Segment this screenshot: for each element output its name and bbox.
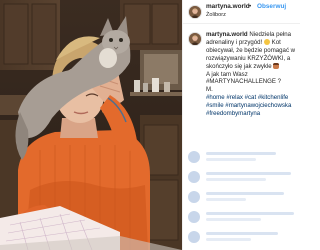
- location-link[interactable]: Żoliborz: [206, 12, 226, 18]
- caption-username[interactable]: martyna.world: [206, 31, 248, 38]
- blurred-text: [206, 178, 266, 181]
- blurred-avatar: [188, 231, 200, 243]
- blurred-text: [206, 152, 276, 155]
- profile-avatar[interactable]: [188, 5, 202, 19]
- caption-line: rozwiązywaniu KRZYŻÓWKI, a: [206, 54, 291, 62]
- caption-line: M.: [206, 86, 213, 94]
- blurred-comment: [188, 170, 298, 184]
- blurred-comment: [188, 230, 298, 244]
- blurred-text: [206, 238, 251, 241]
- hashtag-line[interactable]: #home #relax #cat #kitchenlife: [206, 94, 298, 102]
- caption-line: obiecywał, że będzie pomagać w: [206, 46, 296, 54]
- follow-button[interactable]: Obserwuj: [257, 3, 286, 10]
- caption-line: Niedziela pełna: [249, 31, 292, 38]
- woman-emoji-icon: [273, 62, 280, 69]
- avatar-image: [189, 33, 201, 45]
- hashtag-line[interactable]: #freedombymartyna: [206, 110, 298, 118]
- hashtag-line[interactable]: #smile #martynawojciechowska: [206, 102, 298, 110]
- blurred-avatar: [188, 151, 200, 163]
- blurred-comment: [188, 150, 298, 164]
- post-header: martyna.world • Obserwuj Żoliborz: [183, 0, 300, 24]
- blurred-avatar: [188, 191, 200, 203]
- caption-line: Kot: [271, 38, 281, 46]
- blurred-comment: [188, 190, 298, 204]
- blurred-text: [206, 158, 256, 161]
- post-photo[interactable]: [0, 0, 182, 250]
- caption-avatar[interactable]: [188, 32, 202, 46]
- blurred-text: [206, 232, 278, 235]
- caption-line: #MARTYNACHALLENGE ?: [206, 78, 282, 86]
- blurred-text: [206, 192, 284, 195]
- blurred-text: [206, 212, 294, 215]
- blurred-text: [206, 172, 291, 175]
- blurred-avatar: [188, 211, 200, 223]
- blurred-text: [206, 218, 261, 221]
- caption-line: skończyło się jak zwykle: [206, 62, 272, 70]
- caption-line: A jak tam Wasz: [206, 70, 248, 78]
- caption-text: martyna.world Niedziela pełna adrenaliny…: [206, 31, 298, 118]
- blurred-avatar: [188, 171, 200, 183]
- photo-woman-with-cat: [0, 0, 182, 250]
- header-separator: •: [249, 3, 252, 10]
- blurred-text: [206, 198, 246, 201]
- caption-line: adrenaliny i przygód!: [206, 38, 263, 46]
- blurred-comment: [188, 210, 298, 224]
- profile-username[interactable]: martyna.world: [206, 3, 250, 10]
- grinning-face-emoji-icon: [263, 38, 270, 45]
- post-side-panel: martyna.world • Obserwuj Żoliborz martyn…: [182, 0, 300, 250]
- avatar-image: [189, 6, 201, 18]
